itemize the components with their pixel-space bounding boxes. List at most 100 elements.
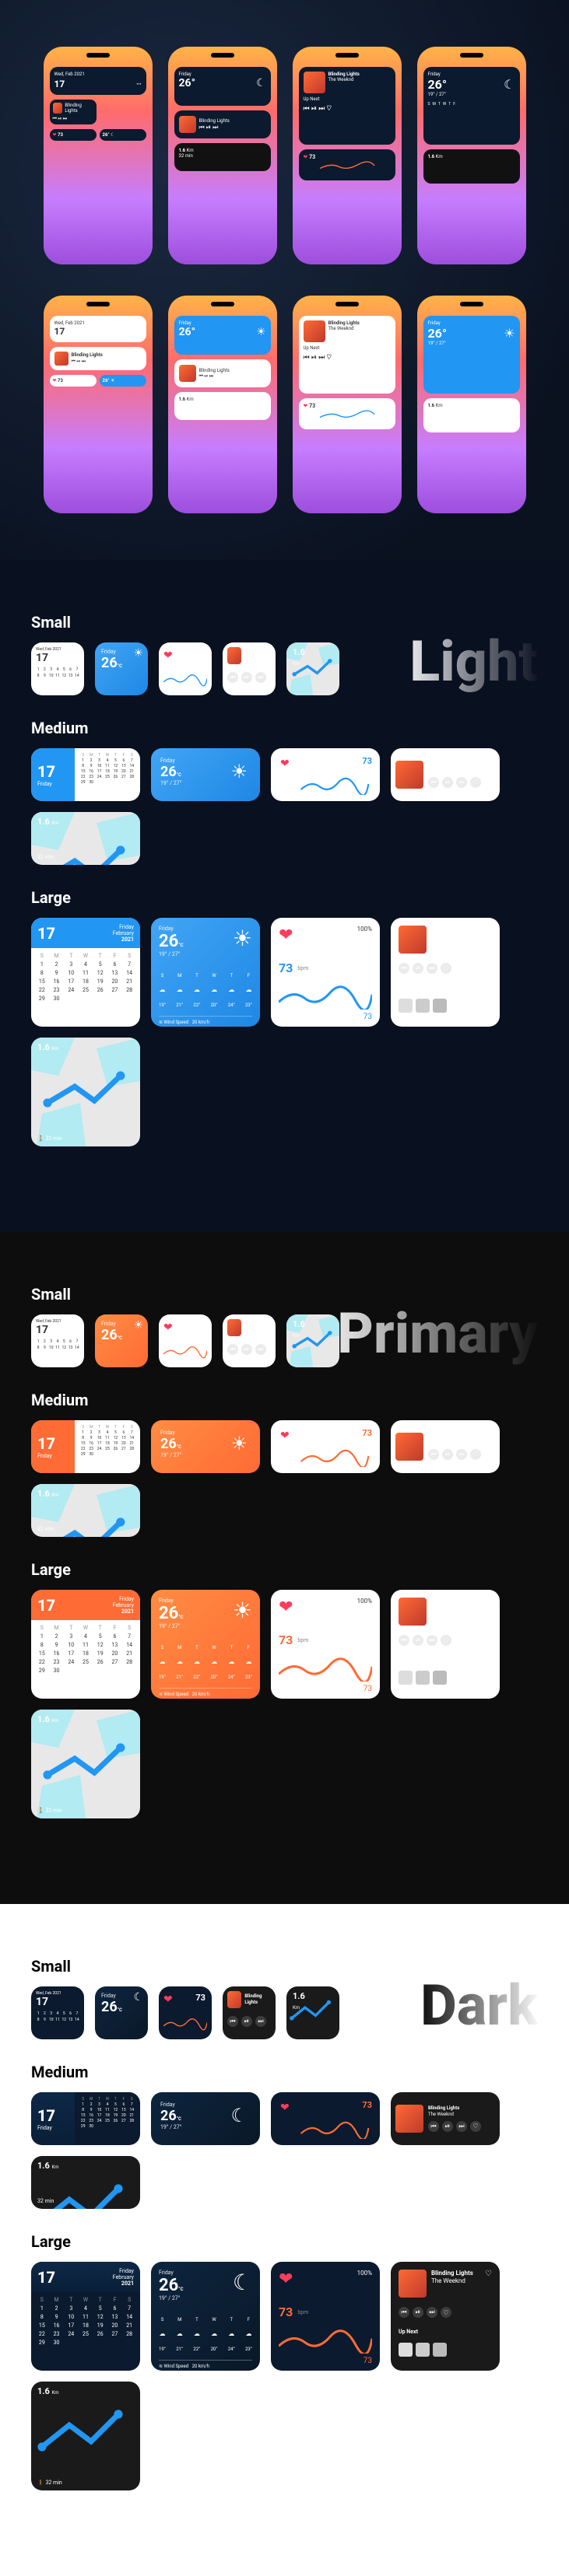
heart-widget-small[interactable]: ❤ 73 xyxy=(159,1314,212,1367)
weather-widget-medium[interactable]: Friday 26°C 19° / 27° ☾ xyxy=(151,2092,260,2145)
map-widget-small[interactable]: 1.6Km xyxy=(286,642,339,695)
music-widget-small[interactable]: Blinding Lights ⏮⏯⏭ xyxy=(223,642,276,695)
map-widget-small[interactable]: 1.6Km xyxy=(286,1986,339,2039)
calendar-widget-medium[interactable]: 17 Friday SMTWTFS12345678910111213141516… xyxy=(31,2092,140,2145)
media-control-icon[interactable]: ⏮ xyxy=(428,1449,439,1460)
map-widget-medium[interactable]: 1.6 Km 32 min xyxy=(31,812,140,865)
calendar-widget-small[interactable]: Wed, Feb 2021 17 1234567891011121314 xyxy=(31,642,84,695)
upnext-art[interactable] xyxy=(433,1671,447,1685)
calendar-widget-large[interactable]: 17 FridayFebruary2021 SMTWTFS12345678910… xyxy=(31,918,140,1027)
favorite-icon[interactable]: ♡ xyxy=(485,1598,492,1626)
music-widget-large[interactable]: Blinding LightsThe Weeknd ♡ ⏮⏯⏭♡ Up Next xyxy=(391,918,500,1027)
media-control-icon[interactable]: ♡ xyxy=(470,1449,481,1460)
music-widget-medium[interactable]: Blinding LightsThe Weeknd ⏮⏯⏭♡ xyxy=(391,748,500,801)
favorite-icon[interactable]: ♡ xyxy=(485,926,492,954)
upnext-art[interactable] xyxy=(416,2343,430,2357)
media-control-icon[interactable]: ⏭ xyxy=(427,1635,437,1646)
media-control-icon[interactable]: ♡ xyxy=(441,1635,451,1646)
calendar-widget-small[interactable]: Wed, Feb 2021 17 1234567891011121314 xyxy=(31,1314,84,1367)
heart-widget-medium[interactable]: ❤ 73 xyxy=(271,1420,380,1473)
upnext-art[interactable] xyxy=(433,999,447,1013)
media-control-icon[interactable]: ⏮ xyxy=(428,777,439,788)
weather-widget-large[interactable]: Friday 26°C 19° / 27° ☀ S☁19°M☁21°T☁22°W… xyxy=(151,918,260,1027)
weather-widget-small[interactable]: Friday 26°C ☀ xyxy=(95,1314,148,1367)
media-control-icon[interactable]: ⏯ xyxy=(442,1449,453,1460)
weather-widget-medium[interactable]: Friday 26°C 19° / 27° ☀ xyxy=(151,748,260,801)
calendar-widget-large[interactable]: 17 FridayFebruary2021 SMTWTFS12345678910… xyxy=(31,1590,140,1699)
weather-widget-large[interactable]: Friday 26°C 19° / 27° ☾ S☁19°M☁21°T☁22°W… xyxy=(151,2262,260,2371)
media-control-icon[interactable]: ⏮ xyxy=(227,2016,238,2027)
phone-music-mini: Blinding Lights ⏮ ⏯ ⏭ xyxy=(50,347,146,370)
media-control-icon[interactable]: ⏭ xyxy=(456,1449,467,1460)
phone-mock: Blinding Lights The Weeknd Up Next ⏮ ⏯ ⏭… xyxy=(293,47,402,264)
music-widget-small[interactable]: Blinding Lights ⏮⏯⏭ xyxy=(223,1986,276,2039)
heart-widget-large[interactable]: ❤ 100% 73bpm 73 xyxy=(271,918,380,1027)
media-control-icon[interactable]: ⏯ xyxy=(413,1635,423,1646)
media-control-icon[interactable]: ♡ xyxy=(470,777,481,788)
media-control-icon[interactable]: ⏮ xyxy=(399,1635,409,1646)
upnext-art[interactable] xyxy=(433,2343,447,2357)
album-art xyxy=(304,72,325,93)
size-heading-large: Large xyxy=(31,1560,538,1579)
media-control-icon[interactable]: ⏭ xyxy=(456,2121,467,2132)
map-widget-small[interactable]: 1.6Km xyxy=(286,1314,339,1367)
upnext-art[interactable] xyxy=(416,999,430,1013)
heart-widget-small[interactable]: ❤ 73 xyxy=(159,1986,212,2039)
media-control-icon[interactable]: ⏭ xyxy=(255,2016,266,2027)
phone-weather-large: Friday 26° ☀ 19° / 27° xyxy=(423,316,520,394)
favorite-icon[interactable]: ♡ xyxy=(485,2270,492,2298)
map-widget-large[interactable]: 1.6 Km 🚶 32 min xyxy=(31,1038,140,1146)
music-widget-large[interactable]: Blinding LightsThe Weeknd ♡ ⏮⏯⏭♡ Up Next xyxy=(391,2262,500,2371)
music-widget-medium[interactable]: Blinding LightsThe Weeknd ⏮⏯⏭♡ xyxy=(391,2092,500,2145)
music-widget-large[interactable]: Blinding LightsThe Weeknd ♡ ⏮⏯⏭♡ Up Next xyxy=(391,1590,500,1699)
media-control-icon[interactable]: ⏭ xyxy=(427,963,437,974)
upnext-art[interactable] xyxy=(416,1671,430,1685)
heart-widget-small[interactable]: ❤ 73 xyxy=(159,642,212,695)
heart-widget-medium[interactable]: ❤ 73 xyxy=(271,2092,380,2145)
media-control-icon[interactable]: ⏮ xyxy=(227,1344,238,1355)
media-control-icon[interactable]: ⏯ xyxy=(241,672,252,683)
media-control-icon[interactable]: ⏮ xyxy=(399,2307,409,2318)
media-control-icon[interactable]: ⏮ xyxy=(428,2121,439,2132)
media-control-icon[interactable]: ⏭ xyxy=(456,777,467,788)
heart-icon: ❤ xyxy=(163,1321,173,1334)
media-control-icon[interactable]: ⏭ xyxy=(255,1344,266,1355)
calendar-widget-large[interactable]: 17 FridayFebruary2021 SMTWTFS12345678910… xyxy=(31,2262,140,2371)
map-widget-large[interactable]: 1.6 Km 🚶 32 min xyxy=(31,2382,140,2490)
map-widget-large[interactable]: 1.6 Km 🚶 32 min xyxy=(31,1710,140,1818)
upnext-art[interactable] xyxy=(399,999,413,1013)
upnext-art[interactable] xyxy=(399,1671,413,1685)
media-control-icon[interactable]: ⏭ xyxy=(427,2307,437,2318)
weather-widget-medium[interactable]: Friday 26°C 19° / 27° ☀ xyxy=(151,1420,260,1473)
music-widget-medium[interactable]: Blinding LightsThe Weeknd ⏮⏯⏭♡ xyxy=(391,1420,500,1473)
media-control-icon[interactable]: ⏯ xyxy=(241,2016,252,2027)
heart-widget-large[interactable]: ❤ 100% 73bpm 73 xyxy=(271,2262,380,2371)
media-control-icon[interactable]: ♡ xyxy=(441,963,451,974)
map-widget-medium[interactable]: 1.6 Km 32 min xyxy=(31,1484,140,1537)
weather-widget-large[interactable]: Friday 26°C 19° / 27° ☀ S☁19°M☁21°T☁22°W… xyxy=(151,1590,260,1699)
heart-widget-medium[interactable]: ❤ 73 xyxy=(271,748,380,801)
media-control-icon[interactable]: ⏯ xyxy=(413,963,423,974)
calendar-widget-medium[interactable]: 17 Friday SMTWTFS12345678910111213141516… xyxy=(31,1420,140,1473)
weather-widget-small[interactable]: Friday 26°C ☀ xyxy=(95,642,148,695)
map-widget-medium[interactable]: 1.6 Km 32 min xyxy=(31,2156,140,2209)
media-control-icon[interactable]: ⏮ xyxy=(399,963,409,974)
weather-widget-small[interactable]: Friday 26°C ☾ xyxy=(95,1986,148,2039)
music-widget-small[interactable]: Blinding Lights ⏮⏯⏭ xyxy=(223,1314,276,1367)
media-control-icon[interactable]: ♡ xyxy=(470,2121,481,2132)
calendar-widget-medium[interactable]: 17 Friday SMTWTFS12345678910111213141516… xyxy=(31,748,140,801)
media-control-icon[interactable]: ⏭ xyxy=(255,672,266,683)
upnext-art[interactable] xyxy=(399,2343,413,2357)
heart-icon: ❤ xyxy=(279,926,293,945)
media-control-icon[interactable]: ⏮ xyxy=(227,672,238,683)
media-control-icon[interactable]: ♡ xyxy=(441,2307,451,2318)
calendar-widget-small[interactable]: Wed, Feb 2021 17 1234567891011121314 xyxy=(31,1986,84,2039)
phone-music-large: Blinding Lights The Weeknd Up Next ⏮ ⏯ ⏭… xyxy=(299,67,395,145)
media-control-icon[interactable]: ⏯ xyxy=(241,1344,252,1355)
media-control-icon[interactable]: ⏯ xyxy=(442,2121,453,2132)
media-control-icon[interactable]: ⏯ xyxy=(442,777,453,788)
heart-widget-large[interactable]: ❤ 100% 73bpm 73 xyxy=(271,1590,380,1699)
media-control-icon[interactable]: ⏯ xyxy=(413,2307,423,2318)
heart-icon: ❤ xyxy=(304,154,308,160)
weather-icon: ☾ xyxy=(233,2270,252,2301)
